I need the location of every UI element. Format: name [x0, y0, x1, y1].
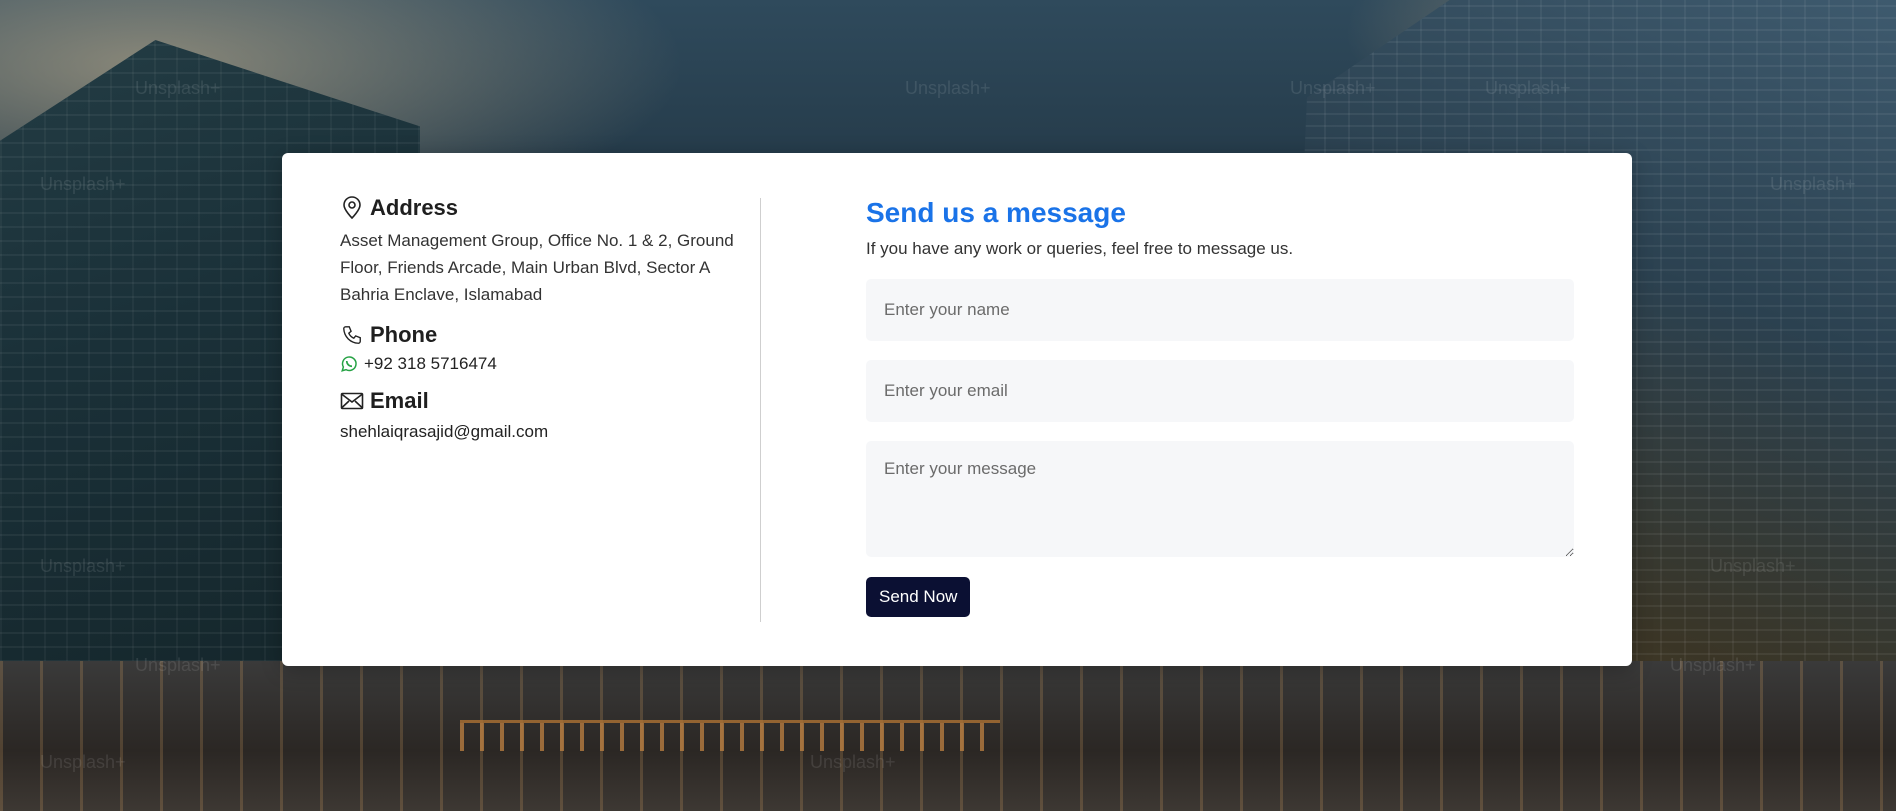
- column-divider: [760, 198, 761, 622]
- watermark: Unsplash+: [135, 655, 221, 675]
- watermark: Unsplash+: [810, 752, 896, 772]
- watermark: Unsplash+: [1485, 78, 1571, 98]
- message-textarea[interactable]: [866, 441, 1574, 557]
- email-block: Email shehlaiqrasajid@gmail.com: [340, 388, 740, 442]
- address-text: Asset Management Group, Office No. 1 & 2…: [340, 231, 734, 304]
- watermark: Unsplash+: [40, 752, 126, 772]
- watermark: Unsplash+: [1710, 556, 1796, 576]
- phone-number-link[interactable]: +92 318 5716474: [364, 354, 497, 374]
- contact-card: Address Asset Management Group, Office N…: [282, 153, 1632, 666]
- watermark: Unsplash+: [135, 78, 221, 98]
- phone-icon: [340, 323, 364, 347]
- whatsapp-icon: [340, 355, 358, 373]
- send-now-button[interactable]: Send Now: [866, 577, 971, 617]
- watermark: Unsplash+: [40, 556, 126, 576]
- phone-block: Phone +92 318 5716474: [340, 322, 740, 374]
- message-form: Send us a message If you have any work o…: [866, 197, 1574, 617]
- watermark: Unsplash+: [1770, 174, 1856, 194]
- contact-info: Address Asset Management Group, Office N…: [340, 195, 740, 456]
- watermark: Unsplash+: [1290, 78, 1376, 98]
- form-title: Send us a message: [866, 197, 1126, 228]
- email-heading: Email: [370, 388, 429, 413]
- email-input[interactable]: [866, 360, 1574, 422]
- phone-heading: Phone: [370, 322, 438, 347]
- envelope-icon: [340, 389, 364, 413]
- form-subtitle: If you have any work or queries, feel fr…: [866, 239, 1294, 258]
- watermark: Unsplash+: [40, 174, 126, 194]
- watermark: Unsplash+: [905, 78, 991, 98]
- bridge: [460, 720, 1000, 751]
- address-heading: Address: [370, 195, 459, 220]
- name-input[interactable]: [866, 279, 1574, 341]
- location-pin-icon: [340, 196, 364, 220]
- address-block: Address Asset Management Group, Office N…: [340, 195, 740, 308]
- watermark: Unsplash+: [1670, 655, 1756, 675]
- email-link[interactable]: shehlaiqrasajid@gmail.com: [340, 422, 548, 441]
